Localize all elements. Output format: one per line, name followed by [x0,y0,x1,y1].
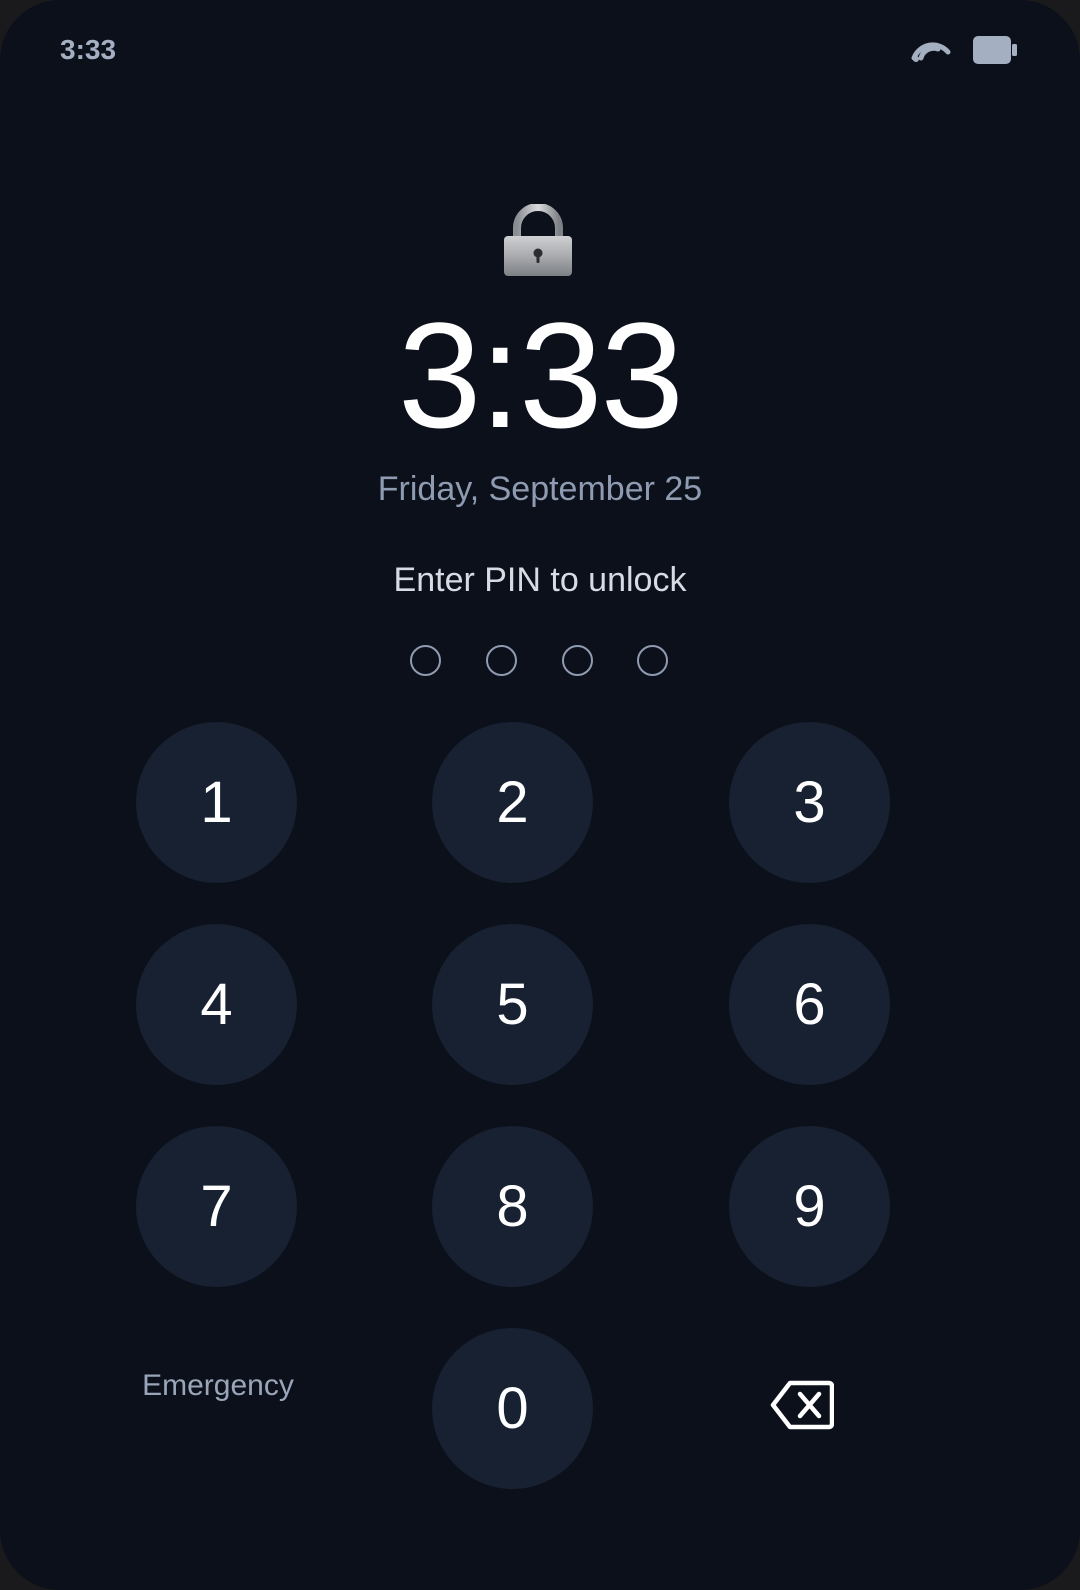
status-time: 3:33 [60,34,117,65]
key-5[interactable]: 5 [432,924,593,1085]
key-9[interactable]: 9 [729,1126,890,1287]
status-icons [910,30,1018,70]
pin-prompt: Enter PIN to unlock [393,561,687,599]
key-4[interactable]: 4 [136,924,297,1085]
padlock-icon [504,204,572,276]
lock-date: Friday, September 25 [377,470,703,508]
key-6[interactable]: 6 [729,924,890,1085]
pin-dot-3 [562,645,593,676]
pin-dot-1 [410,645,441,676]
key-1[interactable]: 1 [136,722,297,883]
key-0[interactable]: 0 [432,1328,593,1489]
backspace-icon[interactable] [770,1380,834,1430]
key-8[interactable]: 8 [432,1126,593,1287]
signal-icon [911,42,951,62]
key-7[interactable]: 7 [136,1126,297,1287]
pin-dot-4 [637,645,668,676]
emergency-button[interactable]: Emergency [118,1364,318,1408]
battery-icon [973,36,1017,64]
key-3[interactable]: 3 [729,722,890,883]
lock-screen: 3:33 3:33 Friday, September 25 Enter PIN… [0,0,1080,1590]
lock-clock: 3:33 [398,291,684,459]
key-2[interactable]: 2 [432,722,593,883]
pin-dot-2 [486,645,517,676]
